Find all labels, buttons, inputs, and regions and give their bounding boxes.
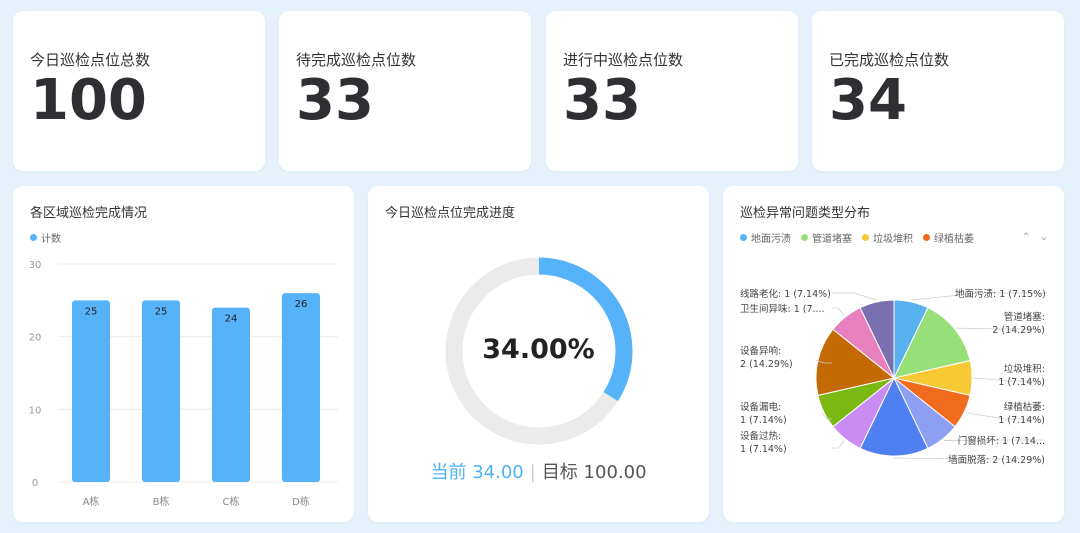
progress-percent: 34.00%	[482, 334, 595, 365]
y-tick-label: 0	[32, 478, 38, 489]
progress-target: 目标 100.00	[541, 462, 647, 483]
bar	[72, 300, 110, 482]
pie-slice-label: 2 (14.29%)	[740, 359, 793, 370]
pie-leader-line	[832, 440, 845, 449]
pie-slice-label: 线路老化: 1 (7.14%)	[740, 288, 831, 300]
pie-slice-label: 卫生间异味: 1 (7....	[740, 303, 825, 315]
bar-value-label: 25	[85, 306, 98, 317]
y-tick-label: 20	[29, 333, 42, 344]
progress-panel: 今日巡检点位完成进度 34.00% 当前 34.00 | 目标 100.00	[368, 186, 709, 522]
x-tick-label: B栋	[153, 495, 170, 508]
stat-label: 已完成巡检点位数	[829, 51, 950, 69]
pie-slice-label: 1 (7.14%)	[740, 444, 787, 455]
stat-value: 34	[829, 68, 907, 133]
y-tick-label: 10	[29, 405, 42, 416]
pie-slice-label: 设备漏电:	[740, 401, 781, 413]
pie-slice-label: 垃圾堆积:	[1004, 363, 1045, 375]
progress-footer: 当前 34.00 | 目标 100.00	[368, 458, 709, 484]
bar	[142, 300, 180, 482]
pie-chart-panel: 巡检异常问题类型分布 地面污渍 管道堵塞 垃圾堆积 绿植枯萎 ⌃ ⌄ 地面污渍:…	[723, 186, 1064, 522]
stat-value: 100	[30, 68, 147, 133]
x-tick-label: C栋	[223, 495, 240, 508]
stat-value: 33	[296, 68, 374, 133]
stat-label: 待完成巡检点位数	[296, 51, 417, 69]
divider: |	[529, 462, 536, 483]
pie-slice-label: 1 (7.14%)	[998, 377, 1045, 388]
pie-slice-label: 1 (7.14%)	[740, 415, 787, 426]
stat-label: 今日巡检点位总数	[30, 51, 151, 69]
stat-value: 33	[563, 68, 641, 133]
x-tick-label: D栋	[292, 495, 310, 508]
pie-leader-line	[832, 307, 845, 316]
pie-slice-label: 设备过热:	[740, 430, 781, 442]
pie-slice-label: 门窗损坏: 1 (7.14...	[958, 435, 1045, 447]
pie-slice-label: 1 (7.14%)	[998, 415, 1045, 426]
y-tick-label: 30	[29, 260, 42, 271]
pie-leader-line	[832, 292, 877, 301]
bar	[212, 307, 250, 482]
bar	[282, 293, 320, 482]
pie-slice-label: 墙面脱落: 2 (14.29%)	[948, 454, 1045, 466]
stat-label: 进行中巡检点位数	[563, 51, 684, 69]
pie-slice-label: 2 (14.29%)	[992, 325, 1045, 336]
stat-card-completed: 已完成巡检点位数 34	[812, 11, 1064, 171]
bar-chart: 0 10 20 30 25 A栋 25 B栋 24 C栋 26 D栋	[29, 260, 338, 508]
stat-card-total: 今日巡检点位总数 100	[13, 11, 265, 171]
pie-slice-label: 绿植枯萎:	[1004, 401, 1045, 413]
bar-value-label: 26	[295, 299, 308, 310]
pie-slice-label: 地面污渍: 1 (7.15%)	[955, 288, 1046, 300]
x-tick-label: A栋	[83, 495, 100, 508]
pie-slice-label: 管道堵塞:	[1004, 311, 1045, 323]
progress-current: 当前 34.00	[430, 462, 524, 483]
stat-card-pending: 待完成巡检点位数 33	[279, 11, 531, 171]
pie-chart: 地面污渍: 1 (7.15%) 管道堵塞: 2 (14.29%) 垃圾堆积: 1 (7.…	[740, 288, 1047, 466]
bar-value-label: 25	[155, 306, 168, 317]
stat-card-in-progress: 进行中巡检点位数 33	[546, 11, 798, 171]
pie-slice-label: 设备异响:	[740, 345, 781, 357]
bar-value-label: 24	[225, 314, 238, 325]
bar-chart-panel: 各区域巡检完成情况 计数 0 10 20 30 25 A栋 25 B栋 24 C栋 26 D栋	[13, 186, 354, 522]
